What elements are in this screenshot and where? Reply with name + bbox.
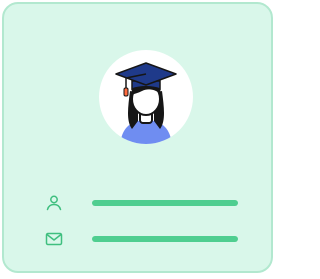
name-placeholder-line — [92, 200, 238, 206]
mail-icon — [44, 229, 64, 249]
user-icon — [44, 193, 64, 213]
profile-card — [2, 2, 273, 273]
email-placeholder-line — [92, 236, 238, 242]
name-row — [4, 193, 271, 213]
graduate-avatar-icon — [99, 50, 193, 144]
email-row — [4, 229, 271, 249]
avatar — [98, 49, 194, 145]
